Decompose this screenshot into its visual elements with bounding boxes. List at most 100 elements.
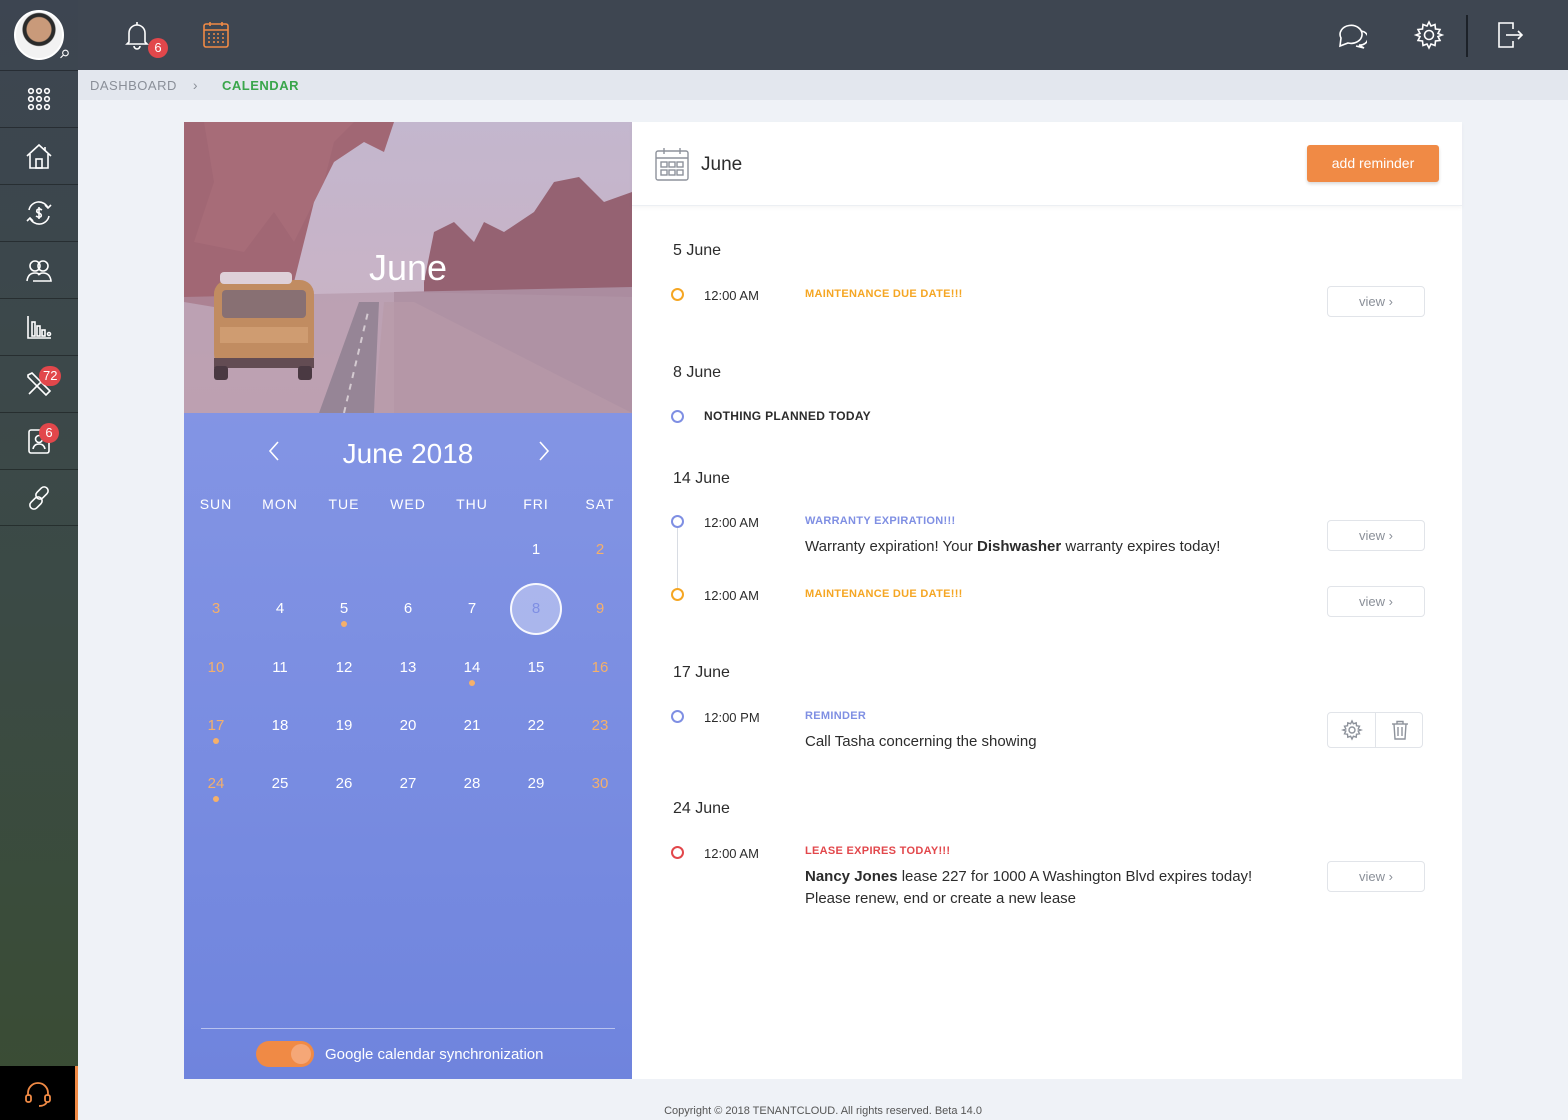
calendar-day[interactable]: 5 <box>318 583 370 635</box>
calendar-day[interactable]: 24 <box>190 758 242 810</box>
calendar-day[interactable]: 29 <box>510 758 562 810</box>
event-type: LEASE EXPIRES TODAY!!! <box>805 845 951 857</box>
calendar-day[interactable]: 4 <box>254 583 306 635</box>
agenda-panel: June add reminder 5 June 12:00 AM MAINTE… <box>632 122 1462 1079</box>
people-icon <box>26 260 52 282</box>
day-heading-5: 5 June <box>673 242 722 259</box>
calendar-day[interactable]: 17 <box>190 700 242 752</box>
next-month-button[interactable] <box>528 436 558 466</box>
calendar-nav-button[interactable] <box>198 17 234 53</box>
sidebar: ⚲ 72 6 <box>0 0 78 1120</box>
calendar-day[interactable]: 11 <box>254 642 306 694</box>
calendar-day[interactable]: 1 <box>510 524 562 576</box>
chat-icon <box>1339 24 1367 49</box>
nothing-planned-label: NOTHING PLANNED TODAY <box>704 409 871 423</box>
weekday-label: SUN <box>199 496 233 512</box>
sidebar-item-apps[interactable] <box>0 70 78 127</box>
event-indicator-dot <box>341 621 347 627</box>
settings-button[interactable] <box>1411 17 1447 53</box>
weekday-header: SUN MON TUE WED THU FRI SAT <box>184 496 632 516</box>
event-description: Call Tasha concerning the showing <box>805 733 1037 750</box>
event-time: 12:00 PM <box>704 710 760 725</box>
calendar-day[interactable]: 3 <box>190 583 242 635</box>
messages-button[interactable] <box>1333 17 1369 53</box>
calendar-day[interactable]: 15 <box>510 642 562 694</box>
google-sync-label: Google calendar synchronization <box>325 1046 544 1063</box>
header-photo: June <box>184 122 632 413</box>
month-year-title: June 2018 <box>184 438 632 470</box>
view-event-button[interactable]: view › <box>1327 861 1425 892</box>
view-event-button[interactable]: view › <box>1327 520 1425 551</box>
calendar-day[interactable]: 2 <box>574 524 626 576</box>
logout-icon <box>1498 22 1524 48</box>
chevron-right-icon: › <box>192 77 199 93</box>
sidebar-item-integrations[interactable] <box>0 469 78 526</box>
day-heading-17: 17 June <box>673 664 730 681</box>
calendar-day[interactable]: 26 <box>318 758 370 810</box>
add-reminder-button[interactable]: add reminder <box>1307 145 1439 182</box>
sidebar-item-maintenance[interactable]: 72 <box>0 355 78 412</box>
trash-icon <box>1392 720 1408 740</box>
calendar-day[interactable]: 21 <box>446 700 498 752</box>
reminder-actions <box>1327 712 1423 748</box>
calendar-day[interactable]: 23 <box>574 700 626 752</box>
google-sync-toggle[interactable] <box>256 1041 314 1067</box>
money-cycle-icon <box>26 201 52 225</box>
desc-bold: Nancy Jones <box>805 868 898 885</box>
breadcrumb: DASHBOARD › CALENDAR <box>78 70 1568 100</box>
calendar-day[interactable]: 22 <box>510 700 562 752</box>
event-description: Warranty expiration! Your Dishwasher war… <box>805 536 1305 558</box>
desc-text: Warranty expiration! Your <box>805 538 978 555</box>
view-event-button[interactable]: view › <box>1327 586 1425 617</box>
calendar-day-selected[interactable]: 8 <box>510 583 562 635</box>
timeline-connector <box>677 528 678 588</box>
top-bar: 6 <box>78 0 1568 70</box>
sidebar-item-accounting[interactable] <box>0 184 78 241</box>
event-dot <box>671 515 684 528</box>
calendar-day[interactable]: 16 <box>574 642 626 694</box>
day-heading-14: 14 June <box>673 470 730 487</box>
notification-badge: 6 <box>148 38 168 58</box>
delete-reminder-button[interactable] <box>1376 713 1424 747</box>
edit-reminder-button[interactable] <box>1328 713 1376 747</box>
breadcrumb-dashboard[interactable]: DASHBOARD <box>90 78 177 93</box>
agenda-header: June add reminder <box>632 122 1462 206</box>
toggle-knob <box>291 1044 311 1064</box>
calendar-day[interactable]: 25 <box>254 758 306 810</box>
calendar-day[interactable]: 19 <box>318 700 370 752</box>
sidebar-item-applications[interactable]: 6 <box>0 412 78 469</box>
calendar-day[interactable]: 13 <box>382 642 434 694</box>
view-event-button[interactable]: view › <box>1327 286 1425 317</box>
desc-text: Please renew, end or create a new lease <box>805 890 1077 907</box>
footer-copyright: Copyright © 2018 TENANTCLOUD. All rights… <box>664 1105 982 1117</box>
calendar-day[interactable]: 27 <box>382 758 434 810</box>
logout-button[interactable] <box>1491 17 1527 53</box>
calendar-day[interactable]: 7 <box>446 583 498 635</box>
gear-icon <box>1341 719 1363 741</box>
calendar-day[interactable]: 30 <box>574 758 626 810</box>
calendar-icon <box>654 146 690 182</box>
calendar-icon <box>203 22 229 48</box>
event-dot <box>671 288 684 301</box>
calendar-day[interactable]: 14 <box>446 642 498 694</box>
event-time: 12:00 AM <box>704 846 759 861</box>
calendar-day[interactable]: 18 <box>254 700 306 752</box>
event-dot <box>671 588 684 601</box>
weekday-label: WED <box>390 496 426 512</box>
day-heading-8: 8 June <box>673 364 722 381</box>
user-avatar[interactable]: ⚲ <box>0 0 78 70</box>
calendar-day[interactable]: 28 <box>446 758 498 810</box>
calendar-day[interactable]: 12 <box>318 642 370 694</box>
event-dot <box>671 710 684 723</box>
calendar-day[interactable]: 10 <box>190 642 242 694</box>
maintenance-badge: 72 <box>39 366 62 386</box>
weekday-label: MON <box>262 496 298 512</box>
weekday-label: FRI <box>523 496 549 512</box>
sidebar-item-reports[interactable] <box>0 298 78 355</box>
calendar-day[interactable]: 6 <box>382 583 434 635</box>
calendar-day[interactable]: 9 <box>574 583 626 635</box>
calendar-day[interactable]: 20 <box>382 700 434 752</box>
applications-badge: 6 <box>39 423 59 443</box>
sidebar-item-contacts[interactable] <box>0 241 78 298</box>
sidebar-item-properties[interactable] <box>0 127 78 184</box>
